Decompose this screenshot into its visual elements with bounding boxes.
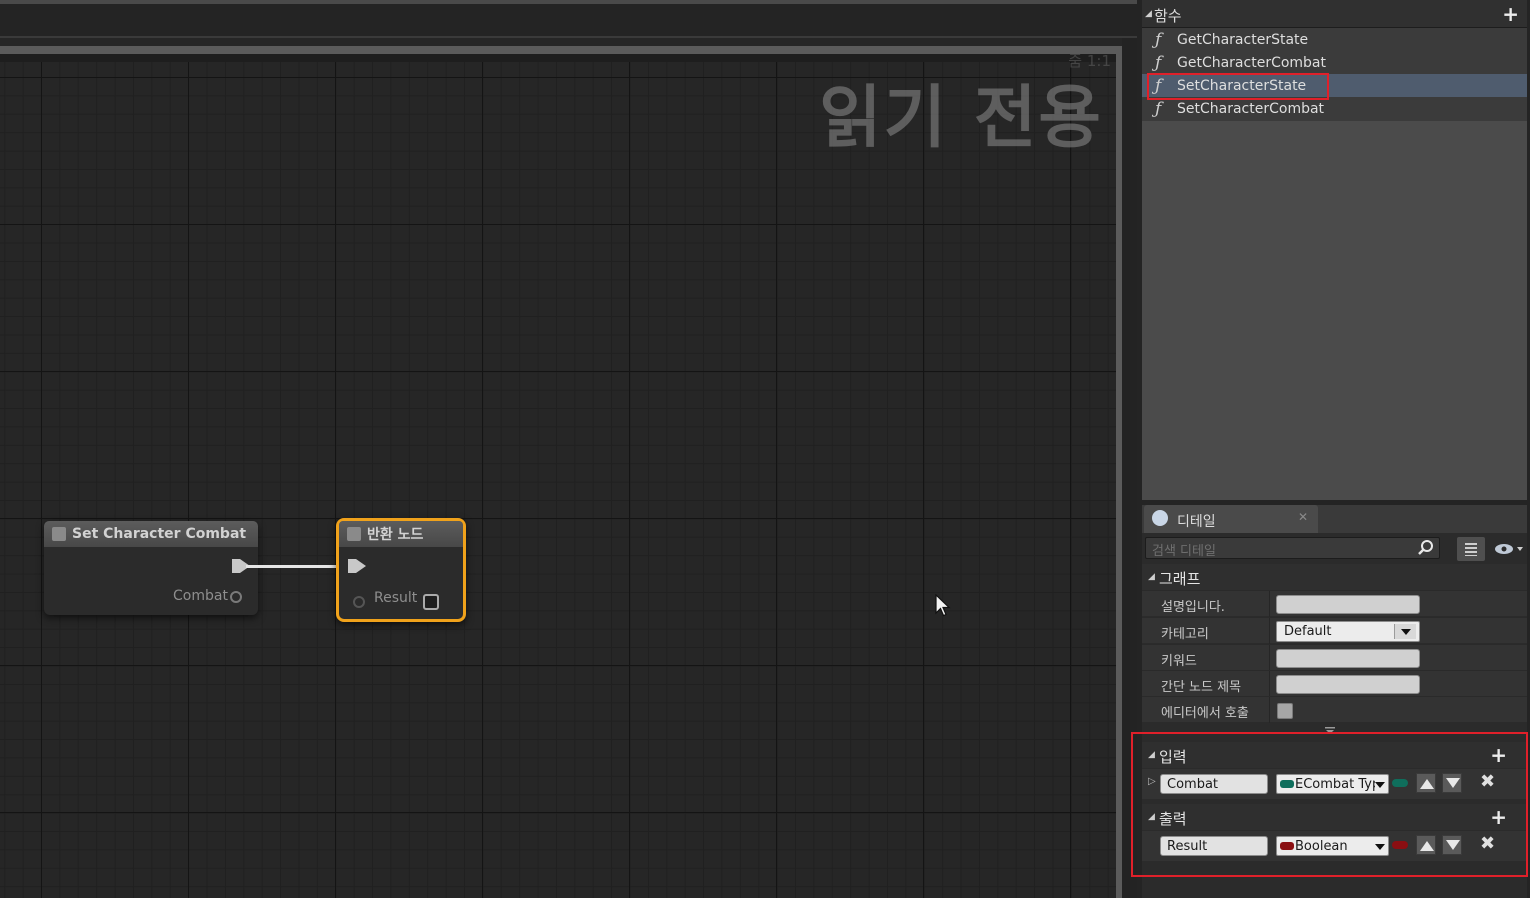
call-in-editor-checkbox[interactable] [1277, 703, 1293, 719]
result-in-pin[interactable] [353, 596, 365, 608]
graph-grid[interactable] [0, 62, 1116, 898]
divider [1269, 645, 1270, 671]
section-title: 그래프 [1159, 570, 1201, 588]
prop-row-keywords: 키워드 [1142, 644, 1527, 671]
divider [1269, 591, 1270, 617]
keywords-field[interactable] [1276, 649, 1420, 668]
combat-out-pin[interactable] [230, 591, 242, 603]
divider [1269, 671, 1270, 697]
compact-node-title-field[interactable] [1276, 675, 1420, 694]
collapse-triangle-icon: ◢ [1145, 9, 1152, 19]
result-checkbox[interactable] [423, 594, 439, 610]
prop-row-category: 카테고리 Default [1142, 617, 1527, 644]
return-node[interactable]: 반환 노드 Result [336, 518, 466, 622]
view-options-button[interactable] [1457, 537, 1485, 561]
highlight-box-function [1147, 73, 1329, 100]
details-tab-label: 디테일 [1177, 514, 1216, 530]
search-details-input[interactable]: 검색 디테일 [1145, 537, 1440, 559]
search-placeholder: 검색 디테일 [1152, 544, 1216, 559]
eye-icon [1495, 544, 1523, 554]
prop-row-call-in-editor: 에디터에서 호출 [1142, 696, 1527, 723]
function-item[interactable]: ƒ GetCharacterState [1142, 28, 1527, 51]
visibility-filter-button[interactable] [1493, 541, 1527, 557]
functions-panel: ◢ 함수 + ƒ GetCharacterState ƒ GetCharacte… [1142, 0, 1527, 500]
function-icon: ƒ [1155, 98, 1162, 119]
node-header: 반환 노드 [339, 521, 463, 547]
function-item[interactable]: ƒ GetCharacterCombat [1142, 51, 1527, 74]
search-icon [1418, 540, 1433, 555]
collapse-triangle-icon: ◢ [1148, 572, 1155, 582]
prop-row-description: 설명입니다. [1142, 590, 1527, 617]
divider [1269, 697, 1270, 723]
graph-section-header[interactable]: ◢ 그래프 [1142, 564, 1527, 590]
divider [1269, 618, 1270, 644]
function-node-icon [347, 527, 361, 541]
node-title: 반환 노드 [367, 527, 424, 543]
details-tab[interactable]: 디테일 ✕ [1144, 505, 1318, 533]
graph-canvas-frame [0, 46, 1122, 898]
function-icon: ƒ [1155, 29, 1162, 50]
prop-label: 카테고리 [1161, 627, 1209, 642]
graph-tab-bar [0, 4, 1137, 38]
close-tab-icon[interactable]: ✕ [1298, 510, 1308, 524]
highlight-box-inputs-outputs [1131, 732, 1528, 877]
read-only-watermark: 읽기 전용 [819, 79, 1103, 158]
category-value: Default [1284, 624, 1332, 639]
prop-label: 간단 노드 제목 [1161, 680, 1242, 695]
exec-wire [246, 565, 342, 568]
functions-title: 함수 [1154, 7, 1182, 25]
function-item[interactable]: ƒ SetCharacterCombat [1142, 97, 1527, 120]
function-label: SetCharacterCombat [1177, 100, 1325, 117]
function-icon: ƒ [1155, 52, 1162, 73]
description-field[interactable] [1276, 595, 1420, 614]
pin-label-result: Result [374, 590, 418, 606]
functions-header[interactable]: ◢ 함수 + [1142, 0, 1527, 28]
node-header: Set Character Combat [44, 521, 258, 547]
prop-row-compact-title: 간단 노드 제목 [1142, 670, 1527, 697]
add-function-icon[interactable]: + [1502, 2, 1519, 26]
exec-in-pin[interactable] [348, 559, 366, 573]
function-label: GetCharacterState [1177, 31, 1309, 48]
node-title: Set Character Combat [72, 526, 247, 542]
grid-view-icon [1465, 543, 1477, 556]
details-tab-icon [1152, 510, 1168, 526]
set-character-combat-node[interactable]: Set Character Combat Combat [44, 521, 258, 615]
function-label: GetCharacterCombat [1177, 54, 1327, 71]
prop-label: 키워드 [1161, 654, 1197, 669]
category-select[interactable]: Default [1276, 621, 1420, 642]
chevron-down-icon [1394, 624, 1416, 639]
graph-editor[interactable]: 줌 1:1 읽기 전용 Set Character Combat Combat … [0, 0, 1137, 898]
prop-label: 에디터에서 호출 [1161, 706, 1249, 721]
prop-label: 설명입니다. [1161, 600, 1225, 615]
function-node-icon [52, 527, 66, 541]
pin-label-combat: Combat [173, 588, 228, 604]
